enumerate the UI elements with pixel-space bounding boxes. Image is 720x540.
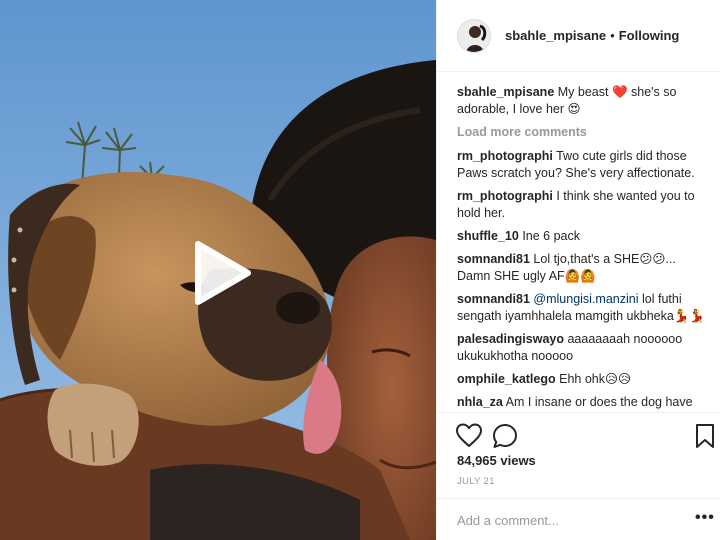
avatar[interactable] [457, 18, 491, 53]
mention-link[interactable]: @mlungisi.manzini [533, 292, 638, 306]
comment-bubble-icon [493, 424, 517, 448]
heart-eyes-emoji: 😍 [567, 102, 581, 116]
save-button[interactable] [691, 422, 719, 450]
comment-username-link[interactable]: nhla_za [457, 395, 503, 409]
comment-username-link[interactable]: palesadingiswayo [457, 332, 564, 346]
post-media-video[interactable] [0, 0, 436, 540]
comment-username-link[interactable]: somnandi81 [457, 252, 530, 266]
header-username-link[interactable]: sbahle_mpisane [505, 28, 606, 43]
post-actions: 84,965 views JULY 21 [437, 412, 720, 498]
comment-item: shuffle_10 Ine 6 pack [457, 228, 711, 245]
comment-username-link[interactable]: rm_photographi [457, 189, 553, 203]
comment-item: rm_photographi I think she wanted you to… [457, 188, 711, 222]
comment-button[interactable] [491, 422, 519, 450]
comment-item: omphile_katlego Ehh ohk😥😥 [457, 371, 711, 388]
caption: sbahle_mpisane My beast ❤️ she's so ador… [457, 84, 711, 118]
heart-emoji: ❤️ [611, 85, 628, 99]
heart-icon [456, 423, 482, 447]
comment-text: Ehh ohk😥😥 [559, 372, 632, 386]
header-separator: • [610, 28, 615, 43]
bookmark-icon [696, 424, 714, 448]
post-header: sbahle_mpisane • Following [437, 0, 720, 72]
comment-username-link[interactable]: rm_photographi [457, 149, 553, 163]
add-comment-bar: ••• [437, 498, 720, 540]
caption-username-link[interactable]: sbahle_mpisane [457, 85, 554, 99]
comment-username-link[interactable]: shuffle_10 [457, 229, 519, 243]
comment-username-link[interactable]: somnandi81 [457, 292, 530, 306]
post-date[interactable]: JULY 21 [457, 476, 495, 487]
comment-username-link[interactable]: omphile_katlego [457, 372, 556, 386]
comment-item: nhla_za Am I insane or does the dog have… [457, 394, 711, 412]
comment-item: somnandi81 Lol tjo,that's a SHE😕😕... Dam… [457, 251, 711, 285]
comment-text: Ine 6 pack [522, 229, 581, 243]
more-options-button[interactable]: ••• [695, 510, 715, 526]
add-comment-input[interactable] [457, 509, 677, 531]
view-count[interactable]: 84,965 views [457, 453, 536, 468]
load-more-comments-button[interactable]: Load more comments [457, 124, 711, 141]
like-button[interactable] [455, 422, 483, 450]
comment-item: palesadingiswayo aaaaaaaah noooooo ukuku… [457, 331, 711, 365]
comment-item: somnandi81 @mlungisi.manzini lol futhi s… [457, 291, 711, 325]
comment-item: rm_photographi Two cute girls did those … [457, 148, 711, 182]
comments-list[interactable]: sbahle_mpisane My beast ❤️ she's so ador… [457, 84, 711, 412]
post-side-panel: sbahle_mpisane • Following sbahle_mpisan… [436, 0, 720, 540]
following-button[interactable]: Following [619, 28, 680, 43]
play-icon[interactable] [186, 238, 256, 308]
